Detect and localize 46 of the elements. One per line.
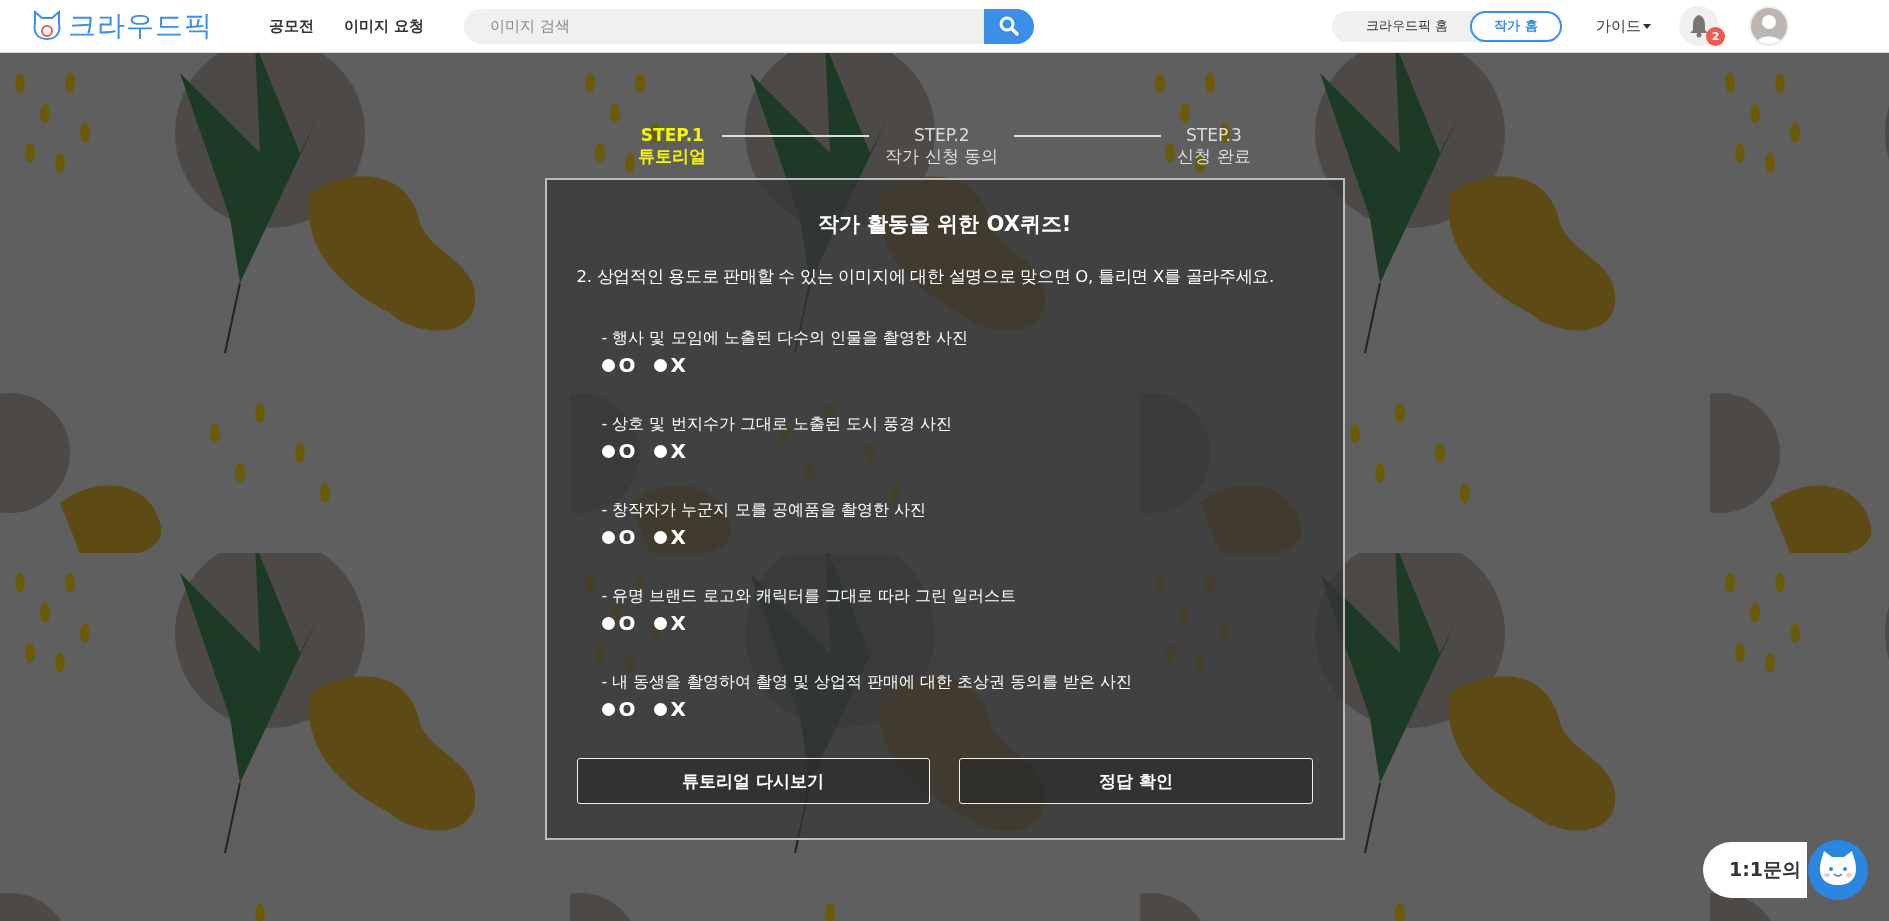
radio-button[interactable] bbox=[601, 702, 615, 716]
home-toggle-tab[interactable]: 크라우드픽 홈 bbox=[1344, 10, 1471, 42]
answer-option[interactable]: X bbox=[653, 353, 686, 377]
answer-option[interactable]: O bbox=[601, 525, 636, 549]
action-button[interactable]: 튜토리얼 다시보기 bbox=[576, 758, 930, 804]
search-field[interactable]: 이미지 검색 bbox=[464, 8, 985, 44]
nav-link[interactable]: 이미지 요청 bbox=[344, 16, 425, 36]
quiz-title: 작가 활동을 위한 OX퀴즈! bbox=[816, 211, 1073, 238]
answer-option[interactable]: X bbox=[653, 525, 686, 549]
step-label: 튜토리얼 bbox=[638, 146, 707, 167]
answer-option[interactable]: O bbox=[601, 353, 636, 377]
search-button[interactable] bbox=[984, 8, 1035, 44]
step-label: 작가 신청 동의 bbox=[885, 146, 999, 167]
search-icon bbox=[999, 16, 1020, 36]
answer-option[interactable]: X bbox=[653, 439, 686, 463]
caret-icon bbox=[1643, 23, 1651, 29]
quiz-statement: - 유명 브랜드 로고와 캐릭터를 그대로 따라 그린 일러스트 bbox=[601, 586, 1017, 607]
quiz-statement: - 상호 및 번지수가 그대로 노출된 도시 풍경 사진 bbox=[601, 414, 953, 435]
quiz-statement: - 행사 및 모임에 노출된 다수의 인물을 촬영한 사진 bbox=[601, 328, 969, 349]
quiz-statement: - 내 동생을 촬영하여 촬영 및 상업적 판매에 대한 초상권 동의를 받은 사진 bbox=[601, 672, 1134, 693]
radio-button[interactable] bbox=[601, 616, 615, 630]
nav-link[interactable]: 공모전 bbox=[269, 16, 314, 36]
quiz-statement: - 창작자가 누군지 모를 공예품을 촬영한 사진 bbox=[601, 500, 927, 521]
inquiry-button[interactable]: 1:1문의 bbox=[1703, 842, 1807, 898]
radio-button[interactable] bbox=[653, 616, 667, 630]
radio-button[interactable] bbox=[601, 530, 615, 544]
answer-option[interactable]: X bbox=[653, 611, 686, 635]
radio-button[interactable] bbox=[653, 702, 667, 716]
quiz-question: 2. 상업적인 용도로 판매할 수 있는 이미지에 대한 설명으로 맞으면 O, 틀리면 X를 골라주세요. bbox=[576, 266, 1275, 288]
answer-option[interactable]: X bbox=[653, 697, 686, 721]
answer-option[interactable]: O bbox=[601, 697, 636, 721]
step-number: STEP.2 bbox=[913, 125, 970, 146]
cat-icon bbox=[1807, 839, 1869, 901]
action-button[interactable]: 정답 확인 bbox=[959, 758, 1313, 804]
guide-menu[interactable]: 가이드 bbox=[1596, 16, 1651, 36]
radio-button[interactable] bbox=[653, 444, 667, 458]
radio-button[interactable] bbox=[601, 358, 615, 372]
bell-icon bbox=[1689, 14, 1709, 38]
radio-button[interactable] bbox=[653, 358, 667, 372]
step-label: 신청 완료 bbox=[1177, 146, 1251, 167]
answer-option[interactable]: O bbox=[601, 439, 636, 463]
notification-count: 2 bbox=[1706, 27, 1725, 46]
radio-button[interactable] bbox=[653, 530, 667, 544]
notification-button[interactable] bbox=[1679, 6, 1719, 46]
answer-option[interactable]: O bbox=[601, 611, 636, 635]
radio-button[interactable] bbox=[601, 444, 615, 458]
